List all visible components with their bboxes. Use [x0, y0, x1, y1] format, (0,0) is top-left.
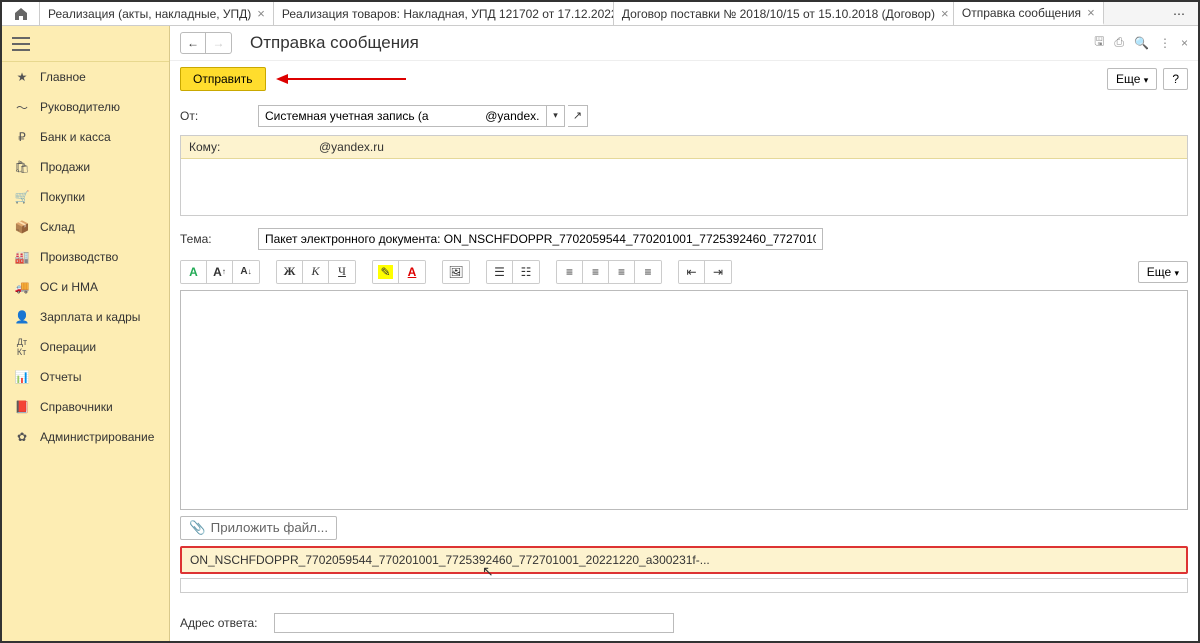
- box-icon: 📦: [12, 219, 32, 235]
- attachment-highlight: ON_NSCHFDOPPR_7702059544_770201001_77253…: [180, 546, 1188, 574]
- arrow-annotation: [276, 72, 406, 86]
- ops-icon: ДтКт: [12, 339, 32, 355]
- save-icon[interactable]: 🖫: [1094, 32, 1104, 53]
- from-dropdown-button[interactable]: ▾: [547, 105, 565, 127]
- tab-0[interactable]: Реализация (акты, накладные, УПД)×: [40, 2, 274, 25]
- close-icon[interactable]: ×: [257, 6, 265, 21]
- cart-icon: 🛒: [12, 189, 32, 205]
- recipients-box: Кому: @yandex.ru: [180, 135, 1188, 216]
- home-icon: ★: [12, 69, 32, 85]
- to-label: Кому:: [189, 140, 309, 154]
- page-title: Отправка сообщения: [250, 33, 419, 53]
- italic-button[interactable]: К: [303, 261, 329, 283]
- paperclip-icon: 📎: [189, 520, 206, 536]
- align-right-button[interactable]: ≡: [609, 261, 635, 283]
- outdent-button[interactable]: ⇤: [679, 261, 705, 283]
- book-icon: 📕: [12, 399, 32, 415]
- sidebar-item-production[interactable]: 🏭Производство: [2, 242, 169, 272]
- chart-icon: 〜: [12, 99, 32, 115]
- sidebar-item-reports[interactable]: 📊Отчеты: [2, 362, 169, 392]
- cursor-icon: ↖: [482, 563, 494, 580]
- font-color-button[interactable]: А: [399, 261, 425, 283]
- numbered-list-button[interactable]: ☷: [513, 261, 539, 283]
- close-icon[interactable]: ×: [1087, 5, 1095, 20]
- from-label: От:: [180, 109, 258, 123]
- gear-icon: ✿: [12, 429, 32, 445]
- tab-3[interactable]: Отправка сообщения×: [954, 2, 1104, 25]
- sidebar-item-manager[interactable]: 〜Руководителю: [2, 92, 169, 122]
- ruble-icon: ₽: [12, 129, 32, 145]
- align-left-button[interactable]: ≡: [557, 261, 583, 283]
- menu-icon[interactable]: [12, 37, 30, 51]
- to-value[interactable]: @yandex.ru: [309, 140, 1179, 154]
- font-shrink-button[interactable]: А↓: [233, 261, 259, 283]
- from-input[interactable]: [258, 105, 547, 127]
- sidebar-item-assets[interactable]: 🚚ОС и НМА: [2, 272, 169, 302]
- send-button[interactable]: Отправить: [180, 67, 266, 91]
- nav-back-button[interactable]: ←: [180, 32, 206, 54]
- sidebar-item-directories[interactable]: 📕Справочники: [2, 392, 169, 422]
- sidebar-item-warehouse[interactable]: 📦Склад: [2, 212, 169, 242]
- underline-button[interactable]: Ч: [329, 261, 355, 283]
- from-open-button[interactable]: ↗: [568, 105, 588, 127]
- indent-button[interactable]: ⇥: [705, 261, 731, 283]
- reply-address-label: Адрес ответа:: [180, 616, 270, 630]
- font-grow-button[interactable]: А↑: [207, 261, 233, 283]
- more-button[interactable]: Еще ▾: [1107, 68, 1157, 90]
- highlight-button[interactable]: ✎: [373, 261, 399, 283]
- bag-icon: 🛍: [12, 159, 32, 175]
- attach-file-button[interactable]: 📎 Приложить файл...: [180, 516, 337, 540]
- bullet-list-button[interactable]: ☰: [487, 261, 513, 283]
- insert-image-button[interactable]: 🖼: [443, 261, 469, 283]
- person-icon: 👤: [12, 309, 32, 325]
- tab-overflow[interactable]: ⋯: [1160, 2, 1198, 25]
- search-icon[interactable]: 🔍: [1134, 36, 1149, 50]
- font-normal-button[interactable]: А: [181, 261, 207, 283]
- attachment-item[interactable]: ON_NSCHFDOPPR_7702059544_770201001_77253…: [182, 548, 1186, 572]
- close-icon[interactable]: ×: [941, 6, 949, 21]
- sidebar-item-main[interactable]: ★Главное: [2, 62, 169, 92]
- editor-toolbar: А А↑ А↓ Ж К Ч ✎ А 🖼 ☰ ☷: [180, 260, 1188, 284]
- subject-input[interactable]: [258, 228, 823, 250]
- bars-icon: 📊: [12, 369, 32, 385]
- truck-icon: 🚚: [12, 279, 32, 295]
- sidebar-item-sales[interactable]: 🛍Продажи: [2, 152, 169, 182]
- tab-2[interactable]: Договор поставки № 2018/10/15 от 15.10.2…: [614, 2, 954, 25]
- print-icon[interactable]: ⎙: [1114, 35, 1124, 50]
- tabs-bar: Реализация (акты, накладные, УПД)× Реали…: [2, 2, 1198, 26]
- message-body[interactable]: [180, 290, 1188, 510]
- help-button[interactable]: ?: [1163, 68, 1188, 90]
- sidebar-item-hr[interactable]: 👤Зарплата и кадры: [2, 302, 169, 332]
- align-center-button[interactable]: ≡: [583, 261, 609, 283]
- bold-button[interactable]: Ж: [277, 261, 303, 283]
- kebab-icon[interactable]: ⋮: [1159, 36, 1171, 50]
- align-justify-button[interactable]: ≡: [635, 261, 661, 283]
- sidebar-item-operations[interactable]: ДтКтОперации: [2, 332, 169, 362]
- home-tab[interactable]: [2, 2, 40, 25]
- sidebar-item-purchases[interactable]: 🛒Покупки: [2, 182, 169, 212]
- factory-icon: 🏭: [12, 249, 32, 265]
- nav-forward-button[interactable]: →: [206, 32, 232, 54]
- reply-address-input[interactable]: [274, 613, 674, 633]
- sidebar: ★Главное 〜Руководителю ₽Банк и касса 🛍Пр…: [2, 26, 170, 641]
- close-page-icon[interactable]: ×: [1181, 36, 1188, 50]
- tab-1[interactable]: Реализация товаров: Накладная, УПД 12170…: [274, 2, 614, 25]
- subject-label: Тема:: [180, 232, 258, 246]
- editor-more-button[interactable]: Еще ▾: [1138, 261, 1188, 283]
- sidebar-item-admin[interactable]: ✿Администрирование: [2, 422, 169, 452]
- sidebar-item-bank[interactable]: ₽Банк и касса: [2, 122, 169, 152]
